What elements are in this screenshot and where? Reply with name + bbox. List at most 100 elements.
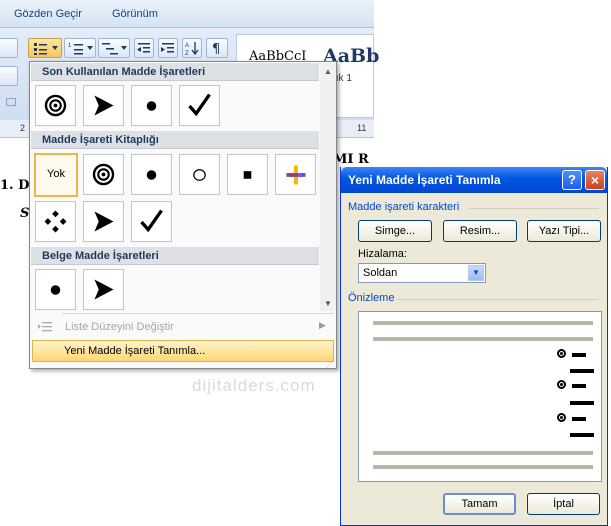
dot-bullet-icon	[50, 285, 61, 295]
checkmark-bullet-icon	[188, 93, 211, 117]
increase-indent-button[interactable]	[158, 38, 178, 58]
bullet-character-group-label: Madde işareti karakteri	[348, 201, 460, 213]
bullet-option[interactable]	[83, 201, 124, 242]
alignment-value: Soldan	[363, 267, 398, 279]
font-color-button[interactable]	[0, 66, 18, 86]
bullet-preview	[358, 311, 602, 482]
recent-bullets-header: Son Kullanılan Madde İşaretleri	[31, 63, 319, 81]
dialog-title-bar[interactable]: Yeni Madde İşareti Tanımla ? ×	[341, 167, 607, 193]
checkmark-bullet-icon	[140, 209, 163, 233]
list-level-icon	[38, 322, 52, 332]
square-bullet-icon	[243, 171, 252, 179]
increase-indent-icon	[161, 43, 174, 53]
arrowhead-bullet-icon	[94, 211, 114, 232]
document-bullets-header: Belge Madde İşaretleri	[31, 247, 319, 265]
target-bullet-icon	[92, 163, 115, 186]
tab-review[interactable]: Gözden Geçir	[14, 8, 82, 20]
preview-text-line	[570, 401, 594, 405]
resize-grip-icon[interactable]: ⋰	[326, 361, 333, 369]
left-edge-button[interactable]	[0, 38, 18, 58]
bullet-option[interactable]	[131, 201, 172, 242]
numbering-button[interactable]: 1	[64, 38, 96, 58]
dialog-title: Yeni Madde İşareti Tanımla	[348, 173, 501, 187]
preview-group-label: Önizleme	[348, 292, 395, 304]
bullet-option[interactable]	[131, 154, 172, 195]
preview-line	[373, 465, 593, 469]
preview-line	[373, 451, 593, 455]
target-bullet-icon	[44, 94, 67, 117]
dialog-launcher-icon[interactable]	[6, 98, 16, 106]
ribbon-tab-bar: Gözden Geçir Görünüm	[0, 0, 374, 28]
submenu-arrow-icon: ▶	[319, 320, 326, 330]
define-new-bullet-label: Yeni Madde İşareti Tanımla...	[64, 345, 206, 357]
dropdown-scrollbar[interactable]: ▲ ▼	[320, 63, 336, 311]
bullet-option[interactable]	[35, 85, 76, 126]
group-divider	[397, 299, 599, 300]
preview-text-line	[572, 417, 586, 421]
bullet-option[interactable]	[131, 85, 172, 126]
sort-button[interactable]: A Z	[182, 38, 202, 58]
symbol-button[interactable]: Simge...	[358, 220, 432, 242]
bullet-option[interactable]	[227, 154, 268, 195]
watermark: dijitalders.com	[192, 376, 316, 395]
dot-bullet-icon	[146, 101, 157, 111]
document-text: 1. D	[0, 178, 30, 193]
preview-bullet-icon	[557, 349, 566, 358]
multilevel-list-icon	[102, 43, 127, 55]
picture-button[interactable]: Resim...	[443, 220, 517, 242]
preview-bullet-icon	[557, 413, 566, 422]
preview-line	[373, 337, 593, 341]
arrowhead-bullet-icon	[94, 279, 114, 300]
preview-line	[373, 321, 593, 325]
define-new-bullet-item[interactable]: Yeni Madde İşareti Tanımla...	[32, 340, 334, 362]
bullet-option-none[interactable]: Yok	[34, 153, 78, 197]
tab-view[interactable]: Görünüm	[112, 8, 158, 20]
ruler-mark: 11	[357, 123, 367, 133]
chevron-down-icon[interactable]: ▼	[468, 265, 484, 281]
bullets-button[interactable]	[28, 38, 62, 58]
bullet-option[interactable]	[179, 154, 220, 195]
show-marks-button[interactable]: ¶	[206, 38, 228, 58]
font-button[interactable]: Yazı Tipi...	[527, 220, 601, 242]
preview-text-line	[572, 353, 586, 357]
pilcrow-icon: ¶	[212, 42, 220, 57]
group-divider	[469, 208, 599, 209]
diamonds-bullet-icon	[44, 210, 67, 233]
alignment-label: Hizalama:	[358, 248, 407, 260]
decrease-indent-button[interactable]	[134, 38, 154, 58]
alignment-select[interactable]: Soldan ▼	[358, 263, 486, 283]
bullet-option[interactable]	[83, 154, 124, 195]
svg-text:Z: Z	[185, 51, 189, 57]
change-list-level-item[interactable]: Liste Düzeyini Değiştir ▶	[31, 316, 335, 338]
bullet-option[interactable]	[275, 154, 316, 195]
document-text: MI R	[333, 152, 369, 167]
help-button[interactable]: ?	[562, 170, 582, 190]
preview-bullet-icon	[557, 380, 566, 389]
circle-bullet-icon	[193, 169, 206, 181]
scroll-up-icon[interactable]: ▲	[324, 67, 332, 76]
dot-bullet-icon	[146, 170, 157, 180]
bullet-library-dropdown: Son Kullanılan Madde İşaretleri Madde İş…	[29, 61, 337, 369]
numbered-list-icon: 1	[68, 43, 93, 55]
bullet-option[interactable]	[179, 85, 220, 126]
preview-text-line	[570, 369, 594, 373]
sort-icon: A Z	[185, 42, 199, 57]
change-list-level-label: Liste Düzeyini Değiştir	[65, 321, 174, 333]
svg-text:A: A	[185, 43, 189, 49]
scroll-down-icon[interactable]: ▼	[324, 299, 332, 308]
cancel-button[interactable]: İptal	[527, 493, 600, 515]
bullet-option[interactable]	[83, 269, 124, 310]
ruler-mark: 2	[20, 123, 26, 133]
ok-button[interactable]: Tamam	[443, 493, 516, 515]
bullet-option[interactable]	[35, 201, 76, 242]
svg-text:1: 1	[68, 43, 72, 49]
preview-text-line	[570, 433, 594, 437]
document-text: S	[20, 206, 30, 221]
close-button[interactable]: ×	[585, 170, 605, 190]
decrease-indent-icon	[137, 43, 150, 53]
svg-text:¶: ¶	[212, 42, 220, 57]
bullet-option[interactable]	[83, 85, 124, 126]
none-label: Yok	[47, 168, 65, 180]
multilevel-list-button[interactable]	[98, 38, 130, 58]
bullet-option[interactable]	[35, 269, 76, 310]
